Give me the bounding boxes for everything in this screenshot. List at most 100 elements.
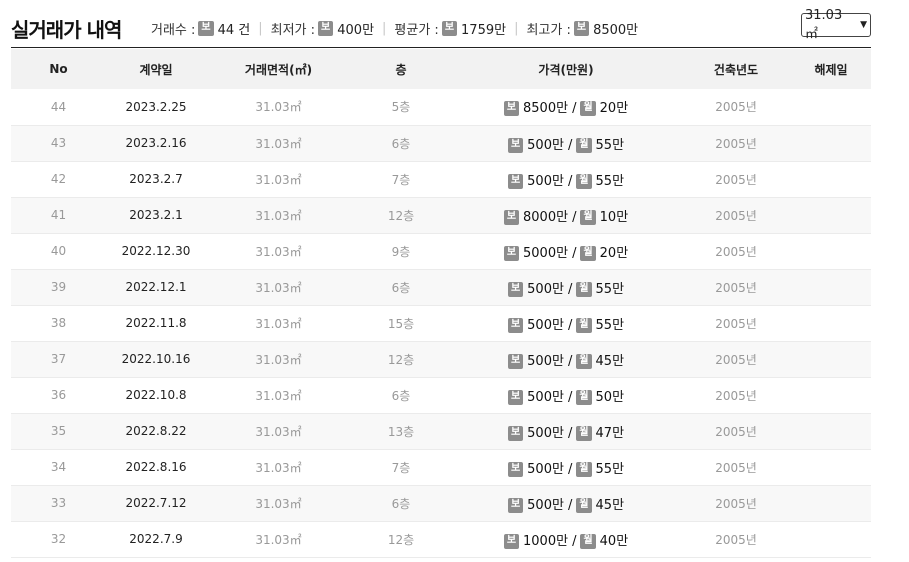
deposit-amount: 500만 bbox=[527, 137, 564, 153]
row-contract-date: 2022.10.16 bbox=[121, 352, 191, 366]
row-area: 31.03㎡ bbox=[255, 496, 302, 511]
row-floor: 6층 bbox=[391, 388, 411, 403]
row-area: 31.03㎡ bbox=[255, 352, 302, 367]
monthly-amount: 55만 bbox=[595, 137, 625, 153]
monthly-amount: 47만 bbox=[595, 425, 625, 441]
table-row[interactable]: 32 2022.7.9 31.03㎡ 12층 보 1000만 / 월 40만 2005년 bbox=[11, 521, 871, 557]
row-cancel-date bbox=[791, 269, 871, 305]
table-header-row: No 계약일 거래면적(㎡) 층 가격(만원) 건축년도 해제일 bbox=[11, 49, 871, 89]
table-row[interactable]: 40 2022.12.30 31.03㎡ 9층 보 5000만 / 월 20만 2005년 bbox=[11, 233, 871, 269]
summary-stats: 거래수 : 보 44 건 | 최저가 : 보 400만 | 평균가 : 보 17… bbox=[151, 19, 638, 38]
price-separator: / bbox=[567, 461, 573, 477]
table-row[interactable]: 35 2022.8.22 31.03㎡ 13층 보 500만 / 월 47만 2005년 bbox=[11, 413, 871, 449]
row-area: 31.03㎡ bbox=[255, 460, 302, 475]
deposit-badge: 보 bbox=[503, 101, 520, 117]
monthly-badge: 월 bbox=[580, 533, 596, 549]
table-row[interactable]: 44 2023.2.25 31.03㎡ 5층 보 8500만 / 월 20만 2005년 bbox=[11, 89, 871, 125]
deposit-amount: 5000만 bbox=[523, 245, 569, 261]
deposit-amount: 500만 bbox=[527, 461, 564, 477]
row-price: 보 500만 / 월 47만 bbox=[451, 413, 681, 449]
row-cancel-date bbox=[791, 449, 871, 485]
monthly-amount: 50만 bbox=[595, 389, 625, 405]
row-build-year: 2005년 bbox=[715, 496, 757, 511]
min-price-value: 400만 bbox=[337, 23, 375, 38]
price-separator: / bbox=[567, 281, 573, 297]
row-floor: 6층 bbox=[391, 496, 411, 511]
row-no: 42 bbox=[50, 172, 67, 186]
price-separator: / bbox=[567, 137, 573, 153]
row-area: 31.03㎡ bbox=[255, 280, 302, 295]
row-contract-date: 2022.7.9 bbox=[129, 532, 183, 546]
deposit-badge: 보 bbox=[441, 21, 458, 36]
area-select[interactable]: 31.03 ㎡ ▼ bbox=[801, 8, 871, 42]
divider: | bbox=[382, 21, 387, 36]
monthly-badge: 월 bbox=[576, 137, 592, 153]
row-build-year: 2005년 bbox=[715, 280, 757, 295]
row-floor: 7층 bbox=[391, 172, 411, 187]
row-cancel-date bbox=[791, 305, 871, 341]
row-no: 35 bbox=[50, 424, 67, 438]
row-no: 40 bbox=[50, 244, 67, 258]
price-separator: / bbox=[567, 425, 573, 441]
monthly-amount: 55만 bbox=[595, 281, 625, 297]
row-build-year: 2005년 bbox=[715, 388, 757, 403]
price-separator: / bbox=[572, 101, 577, 117]
avg-price-label: 평균가 : bbox=[394, 23, 439, 38]
price-separator: / bbox=[567, 497, 573, 513]
col-contract-date-header: 계약일 bbox=[139, 62, 173, 77]
table-row[interactable]: 41 2023.2.1 31.03㎡ 12층 보 8000만 / 월 10만 2005년 bbox=[11, 197, 871, 233]
table-row[interactable]: 37 2022.10.16 31.03㎡ 12층 보 500만 / 월 45만 2005년 bbox=[11, 341, 871, 377]
row-area: 31.03㎡ bbox=[255, 244, 302, 259]
deposit-badge: 보 bbox=[318, 21, 334, 36]
col-area-header: 거래면적(㎡) bbox=[244, 62, 313, 77]
row-cancel-date bbox=[791, 233, 871, 269]
row-no: 39 bbox=[50, 280, 67, 294]
count-value: 44 건 bbox=[217, 23, 251, 38]
row-price: 보 500만 / 월 45만 bbox=[451, 341, 681, 377]
row-floor: 15층 bbox=[387, 316, 415, 331]
deposit-badge: 보 bbox=[507, 173, 524, 189]
col-no-header: No bbox=[49, 62, 68, 76]
monthly-badge: 월 bbox=[576, 353, 592, 369]
deposit-badge: 보 bbox=[503, 209, 520, 225]
count-label: 거래수 : bbox=[151, 23, 196, 38]
table-row[interactable]: 33 2022.7.12 31.03㎡ 6층 보 500만 / 월 45만 2005년 bbox=[11, 485, 871, 521]
monthly-badge: 월 bbox=[576, 317, 592, 333]
monthly-badge: 월 bbox=[576, 389, 592, 405]
deposit-badge: 보 bbox=[507, 497, 524, 513]
deposit-amount: 500만 bbox=[527, 317, 564, 333]
monthly-amount: 45만 bbox=[595, 497, 625, 513]
row-price: 보 500만 / 월 55만 bbox=[451, 161, 681, 197]
deposit-amount: 500만 bbox=[527, 353, 564, 369]
price-separator: / bbox=[567, 389, 573, 405]
row-no: 43 bbox=[50, 136, 67, 150]
row-area: 31.03㎡ bbox=[255, 424, 302, 439]
deposit-amount: 500만 bbox=[527, 389, 564, 405]
price-separator: / bbox=[572, 245, 577, 261]
price-separator: / bbox=[567, 317, 573, 333]
row-contract-date: 2022.8.16 bbox=[125, 460, 187, 474]
table-row[interactable]: 34 2022.8.16 31.03㎡ 7층 보 500만 / 월 55만 2005년 bbox=[11, 449, 871, 485]
table-row[interactable]: 42 2023.2.7 31.03㎡ 7층 보 500만 / 월 55만 2005년 bbox=[11, 161, 871, 197]
table-row[interactable]: 36 2022.10.8 31.03㎡ 6층 보 500만 / 월 50만 2005년 bbox=[11, 377, 871, 413]
row-no: 41 bbox=[50, 208, 67, 222]
deposit-badge: 보 bbox=[198, 21, 214, 36]
row-price: 보 500만 / 월 45만 bbox=[451, 485, 681, 521]
deposit-amount: 8000만 bbox=[523, 209, 569, 225]
row-price: 보 500만 / 월 55만 bbox=[451, 449, 681, 485]
row-price: 보 500만 / 월 55만 bbox=[451, 125, 681, 161]
row-floor: 6층 bbox=[391, 136, 411, 151]
table-row[interactable]: 38 2022.11.8 31.03㎡ 15층 보 500만 / 월 55만 2005년 bbox=[11, 305, 871, 341]
divider: | bbox=[514, 21, 519, 36]
price-separator: / bbox=[567, 173, 573, 189]
deposit-badge: 보 bbox=[507, 317, 524, 333]
table-row[interactable]: 39 2022.12.1 31.03㎡ 6층 보 500만 / 월 55만 2005년 bbox=[11, 269, 871, 305]
row-cancel-date bbox=[791, 485, 871, 521]
deposit-badge: 보 bbox=[507, 353, 524, 369]
row-area: 31.03㎡ bbox=[255, 316, 302, 331]
row-contract-date: 2023.2.7 bbox=[129, 172, 183, 186]
monthly-amount: 20만 bbox=[599, 101, 629, 117]
monthly-badge: 월 bbox=[576, 497, 592, 513]
transactions-table: No 계약일 거래면적(㎡) 층 가격(만원) 건축년도 해제일 44 2023.2.25 31… bbox=[11, 49, 871, 558]
table-row[interactable]: 43 2023.2.16 31.03㎡ 6층 보 500만 / 월 55만 2005년 bbox=[11, 125, 871, 161]
